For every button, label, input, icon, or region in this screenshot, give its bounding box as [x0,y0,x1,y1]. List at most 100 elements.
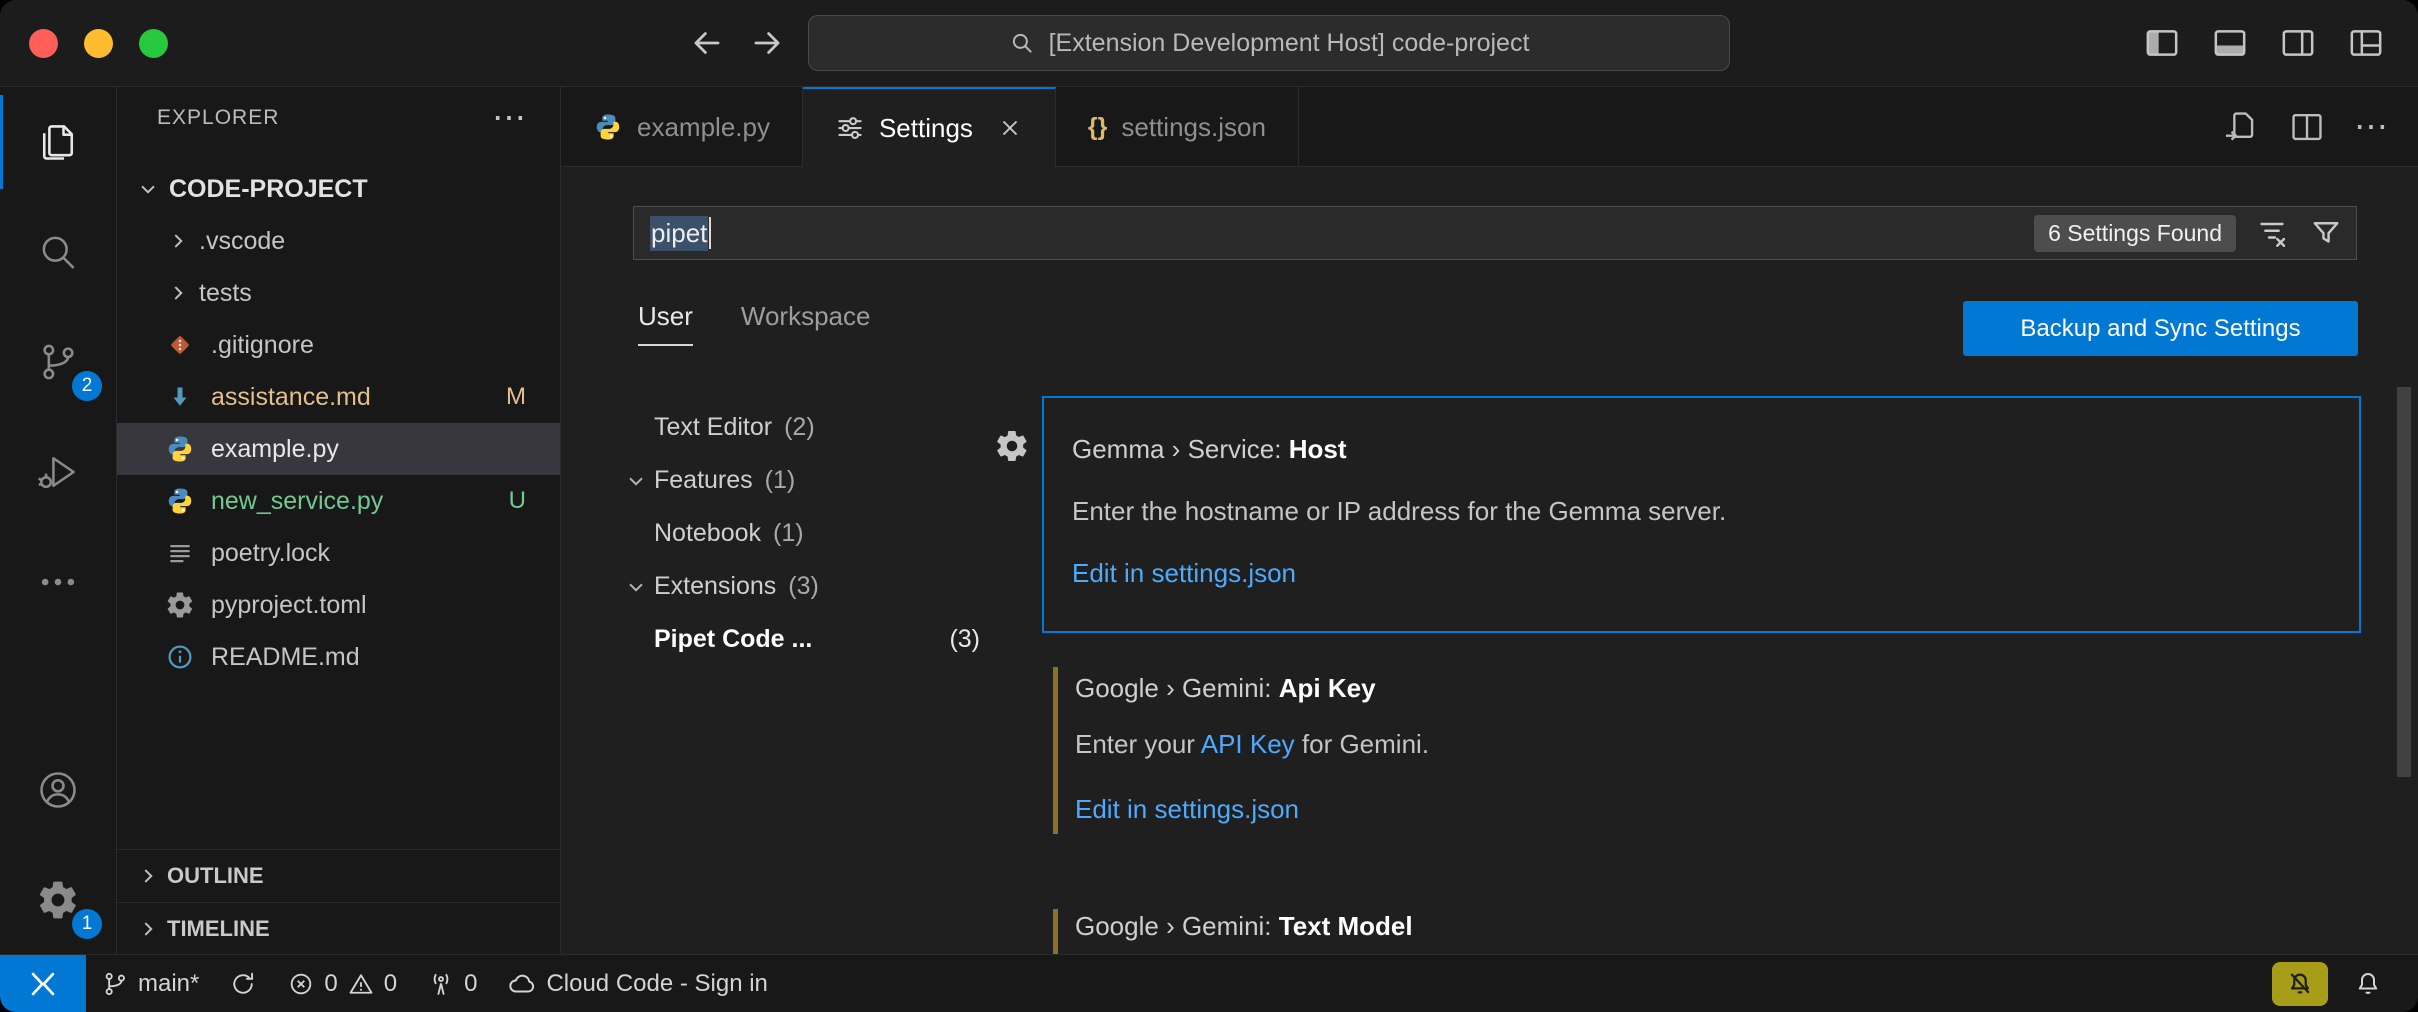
search-icon [1009,30,1035,56]
tab-example-py[interactable]: example.py [561,87,803,167]
forward-icon[interactable] [748,24,786,62]
chevron-right-icon [133,916,163,942]
toc-item-notebook[interactable]: Notebook (1) [618,507,998,560]
tab-settings[interactable]: Settings [803,87,1056,167]
command-center[interactable]: [Extension Development Host] code-projec… [808,15,1730,71]
back-icon[interactable] [688,24,726,62]
chevron-down-icon [133,176,163,202]
setting-row-gemma-service-host[interactable]: Gemma › Service: Host Enter the hostname… [1042,396,2361,633]
ports-item[interactable]: 0 [412,955,492,1012]
backup-sync-settings-button[interactable]: Backup and Sync Settings [1963,301,2358,356]
cloud-icon [507,969,537,999]
tree-root-code-project[interactable]: CODE-PROJECT [117,163,560,215]
setting-title: Google › Gemini: Api Key [1075,673,1376,704]
json-braces-icon: {} [1088,113,1107,142]
explorer-sidebar: EXPLORER ⋯ CODE-PROJECT .vscode tests [117,87,561,955]
toc-item-extensions[interactable]: Extensions (3) [618,560,998,613]
warning-icon [347,970,375,998]
outline-label: OUTLINE [167,863,264,889]
sync-changes-item[interactable] [214,955,272,1012]
ellipsis-icon [36,560,80,604]
customize-layout-icon[interactable] [2346,23,2386,63]
toc-label: Pipet Code ... [654,625,812,654]
error-count: 0 [324,970,337,998]
tree-item-readme-md[interactable]: README.md [117,631,560,683]
scope-tab-user[interactable]: User [638,301,693,346]
activity-more-button[interactable] [0,527,116,637]
scope-tab-workspace[interactable]: Workspace [741,301,871,346]
activity-explorer-button[interactable] [0,87,116,197]
python-file-icon [165,486,195,516]
activity-run-debug-button[interactable] [0,417,116,527]
toggle-panel-icon[interactable] [2210,23,2250,63]
tree-item-pyproject-toml[interactable]: pyproject.toml [117,579,560,631]
title-bar: [Extension Development Host] code-projec… [0,0,2418,87]
activity-account-button[interactable] [0,735,116,845]
setting-manage-gear-icon[interactable] [994,428,1030,464]
markdown-file-icon [165,382,195,412]
tree-item-label: new_service.py [211,487,383,516]
search-icon [36,230,80,274]
editor-more-icon[interactable]: ⋯ [2354,107,2388,147]
toc-count: (1) [773,519,804,548]
settings-toc: Text Editor (2) Features (1) Notebook (1… [618,401,998,666]
toggle-secondary-sidebar-icon[interactable] [2278,23,2318,63]
tab-label: Settings [879,113,973,144]
tree-item-label: README.md [211,643,360,672]
api-key-link[interactable]: API Key [1201,729,1295,759]
git-file-icon [165,330,195,360]
toc-count: (3) [949,625,998,654]
explorer-more-icon[interactable]: ⋯ [492,108,526,128]
timeline-label: TIMELINE [167,916,270,942]
modified-indicator-bar [1053,909,1058,955]
info-file-icon [165,642,195,672]
git-untracked-badge: U [509,487,526,515]
activity-settings-button[interactable]: 1 [0,845,116,955]
edit-in-settings-json-link[interactable]: Edit in settings.json [1075,794,1299,825]
remote-indicator-button[interactable] [0,955,86,1012]
toc-item-features[interactable]: Features (1) [618,454,998,507]
highlighted-status-item[interactable] [2272,962,2328,1006]
tab-label: example.py [637,112,770,143]
settings-badge: 1 [72,909,102,939]
clear-search-filters-icon[interactable] [2254,215,2290,251]
settings-search-input[interactable]: pipet 6 Settings Found [633,206,2357,260]
activity-source-control-button[interactable]: 2 [0,307,116,417]
notifications-item[interactable] [2338,955,2398,1012]
activity-bar: 2 1 [0,87,117,955]
toc-item-pipet-code[interactable]: Pipet Code ... (3) [618,613,998,666]
close-window-button[interactable] [29,29,58,58]
outline-section-header[interactable]: OUTLINE [117,849,560,902]
description-text: for Gemini. [1295,729,1429,759]
timeline-section-header[interactable]: TIMELINE [117,902,560,955]
git-modified-badge: M [506,383,526,411]
tree-item-gitignore[interactable]: .gitignore [117,319,560,371]
lock-file-icon [165,538,195,568]
tree-item-example-py[interactable]: example.py [117,423,560,475]
tree-item-vscode[interactable]: .vscode [117,215,560,267]
cloud-code-item[interactable]: Cloud Code - Sign in [492,955,782,1012]
activity-search-button[interactable] [0,197,116,307]
git-branch-item[interactable]: main* [86,955,214,1012]
status-bar: main* 0 0 0 Cloud Cod [0,954,2418,1012]
results-count-badge: 6 Settings Found [2034,215,2236,252]
tab-settings-json[interactable]: {} settings.json [1056,87,1299,167]
edit-in-settings-json-link[interactable]: Edit in settings.json [1072,558,1296,589]
bell-slash-icon [2285,969,2315,999]
tree-item-label: tests [199,279,252,308]
open-settings-json-icon[interactable] [2222,108,2260,146]
split-editor-icon[interactable] [2288,108,2326,146]
tree-item-poetry-lock[interactable]: poetry.lock [117,527,560,579]
file-tree: CODE-PROJECT .vscode tests .gitignore [117,163,560,683]
minimize-window-button[interactable] [84,29,113,58]
vertical-scrollbar[interactable] [2397,387,2411,777]
tree-item-new-service-py[interactable]: new_service.py U [117,475,560,527]
maximize-window-button[interactable] [139,29,168,58]
tree-item-tests[interactable]: tests [117,267,560,319]
filter-funnel-icon[interactable] [2308,215,2344,251]
toggle-primary-sidebar-icon[interactable] [2142,23,2182,63]
tree-item-assistance-md[interactable]: assistance.md M [117,371,560,423]
close-icon[interactable] [997,115,1023,141]
toc-item-text-editor[interactable]: Text Editor (2) [618,401,998,454]
problems-item[interactable]: 0 0 [272,955,412,1012]
